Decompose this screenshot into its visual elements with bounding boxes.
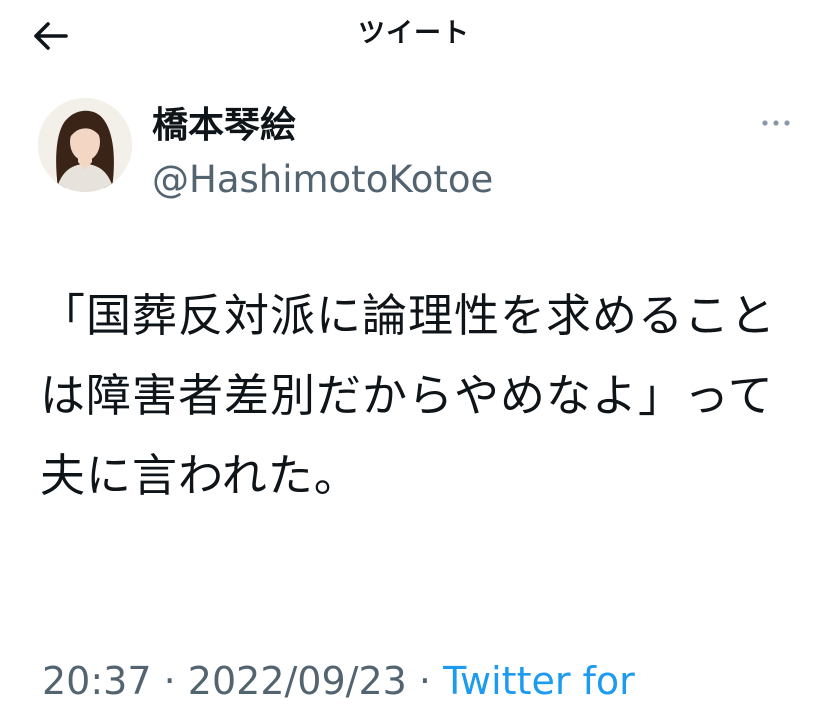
meta-separator: · xyxy=(418,659,432,703)
tweet-author: 橋本琴絵 @HashimotoKotoe xyxy=(38,98,798,201)
tweet-time[interactable]: 20:37 xyxy=(42,659,152,703)
display-name[interactable]: 橋本琴絵 xyxy=(152,104,296,148)
user-handle[interactable]: @HashimotoKotoe xyxy=(152,158,493,202)
tweet-source-link[interactable]: Twitter for xyxy=(443,659,635,703)
more-horizontal-icon xyxy=(762,120,790,126)
tweet-metadata: 20:37 · 2022/09/23 · Twitter for xyxy=(42,655,635,707)
tweet-text: 「国葬反対派に論理性を求めることは障害者差別だからやめなよ」って夫に言われた。 xyxy=(40,289,777,502)
page-title: ツイート xyxy=(358,18,470,49)
tweet-date[interactable]: 2022/09/23 xyxy=(188,659,407,703)
meta-separator: · xyxy=(163,659,176,703)
more-options-button[interactable] xyxy=(754,108,798,138)
profile-photo xyxy=(38,98,132,192)
avatar[interactable] xyxy=(38,98,132,192)
top-navigation-bar: ツイート xyxy=(0,0,828,72)
